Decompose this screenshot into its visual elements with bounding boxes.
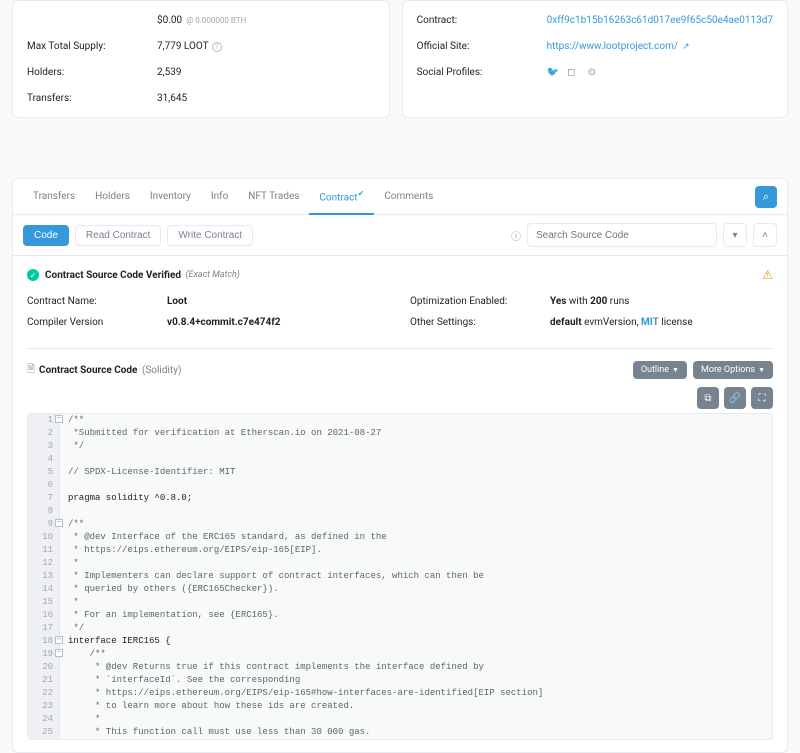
dropdown-toggle[interactable]: ▾ [723,223,747,247]
more-options-button[interactable]: More Options▼ [693,361,773,379]
optimization-row: Optimization Enabled: Yes with 200 runs [410,296,773,307]
official-site-link[interactable]: https://www.lootproject.com/ [547,41,678,52]
expand-button[interactable]: ⛶ [751,387,773,409]
fold-toggle[interactable]: − [55,415,63,423]
contract-name-row: Contract Name: Loot [27,296,390,307]
tab-bar: Transfers Holders Inventory Info NFT Tra… [13,179,787,215]
write-contract-button[interactable]: Write Contract [167,225,253,246]
fold-toggle[interactable]: − [55,636,63,644]
license-link[interactable]: MIT [641,317,659,328]
warning-icon[interactable]: ⚠ [762,268,773,282]
price-sub: @ 0.000000 BTH [186,16,246,25]
verification-status: ✓ Contract Source Code Verified (Exact M… [27,268,773,282]
tab-contract[interactable]: Contract✔ [309,179,374,215]
tab-inventory[interactable]: Inventory [140,181,201,212]
tab-nft-trades[interactable]: NFT Trades [238,181,309,212]
github-icon[interactable]: ⊙ [588,67,602,78]
fold-toggle[interactable]: − [55,649,63,657]
transfers-value: 31,645 [157,93,187,104]
search-input[interactable] [527,223,717,247]
read-contract-button[interactable]: Read Contract [75,225,161,246]
social-row: Social Profiles: 🐦 ◻ ⊙ [417,59,773,85]
other-settings-row: Other Settings: default evmVersion, MIT … [410,317,773,328]
tab-comments[interactable]: Comments [374,181,443,212]
price-value: $0.00 [157,15,182,26]
max-total-value: 7,779 LOOT [157,41,209,52]
contract-subtabs: Code Read Contract Write Contract ⓘ ▾ ˄ [13,215,787,256]
search-button[interactable]: ⌕ [755,186,777,208]
external-link-icon: ↗ [682,42,690,52]
twitter-icon[interactable]: 🐦 [547,67,561,78]
holders-row: Holders: 2,539 [27,59,375,85]
tab-info[interactable]: Info [201,181,238,212]
check-circle-icon: ✓ [27,269,39,281]
contract-address-row: Contract: 0xff9c1b15b16263c61d017ee9f65c… [417,7,773,33]
copy-button[interactable]: ⧉ [697,387,719,409]
verified-dot-icon: ✔ [358,189,365,198]
source-header: 🗎 Contract Source Code (Solidity) Outlin… [27,361,773,379]
tab-transfers[interactable]: Transfers [23,181,85,212]
link-button[interactable]: 🔗 [724,387,746,409]
help-icon[interactable]: ? [212,42,222,52]
outline-button[interactable]: Outline▼ [633,361,687,379]
document-icon: 🗎 [27,362,35,379]
collapse-toggle[interactable]: ˄ [753,223,777,247]
official-site-row: Official Site: https://www.lootproject.c… [417,33,773,59]
source-code-viewer[interactable]: 1−/**2 *Submitted for verification at Et… [27,413,773,740]
token-summary-card: $0.00 @ 0.000000 BTH Max Total Supply: 7,… [12,0,390,118]
transfers-row: Transfers: 31,645 [27,85,375,111]
help-icon[interactable]: ⓘ [511,228,521,243]
profile-summary-card: Contract: 0xff9c1b15b16263c61d017ee9f65c… [402,0,788,118]
main-panel: Transfers Holders Inventory Info NFT Tra… [12,178,788,753]
holders-value: 2,539 [157,67,181,78]
price-row: $0.00 @ 0.000000 BTH [27,7,375,33]
max-total-row: Max Total Supply: 7,779 LOOT? [27,33,375,59]
fold-toggle[interactable]: − [55,519,63,527]
compiler-version-row: Compiler Version v0.8.4+commit.c7e474f2 [27,317,390,328]
contract-address-link[interactable]: 0xff9c1b15b16263c61d017ee9f65c50e4ae0113… [547,15,773,26]
code-tab-button[interactable]: Code [23,225,69,246]
discord-icon[interactable]: ◻ [567,67,581,78]
tab-holders[interactable]: Holders [85,181,140,212]
